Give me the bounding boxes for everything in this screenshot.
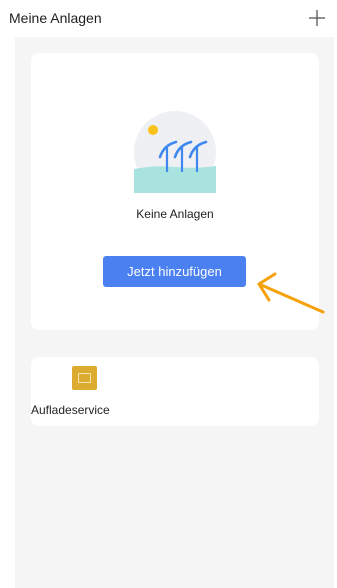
charging-service-card[interactable]: Aufladeservice [31,357,319,426]
empty-state-card: Keine Anlagen Jetzt hinzufügen [31,53,325,330]
charging-service-label: Aufladeservice [31,403,110,417]
add-plant-button[interactable]: Jetzt hinzufügen [103,256,246,287]
plants-content-area: Keine Anlagen Jetzt hinzufügen Aufladese… [15,37,334,588]
app-screen: Meine Anlagen Keine Anlagen Jetzt hinzuf… [0,0,337,588]
top-bar: Meine Anlagen [0,0,337,36]
sim-card-icon [72,366,97,390]
arrow-pointer-icon [257,272,325,314]
solar-panels-sun-icon [134,111,216,193]
page-title: Meine Anlagen [9,10,102,26]
plus-icon[interactable] [306,7,328,29]
empty-state-message: Keine Anlagen [136,207,214,221]
